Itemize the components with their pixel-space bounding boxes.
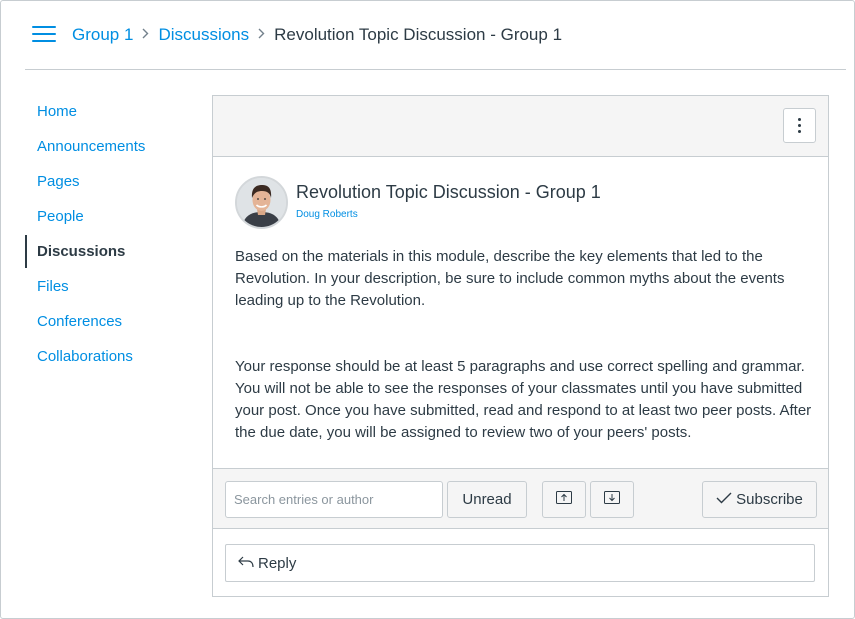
- hamburger-menu-icon[interactable]: [32, 26, 56, 44]
- nav-item-conferences[interactable]: Conferences: [25, 304, 195, 339]
- nav-item-collaborations[interactable]: Collaborations: [25, 339, 195, 374]
- app-frame: Group 1 Discussions Revolution Topic Dis…: [0, 0, 855, 619]
- subscribe-button[interactable]: Subscribe: [702, 481, 817, 518]
- discussion-post: Revolution Topic Discussion - Group 1 Do…: [213, 157, 828, 468]
- breadcrumb-discussions[interactable]: Discussions: [158, 25, 249, 45]
- search-input[interactable]: [225, 481, 443, 518]
- arrow-down-box-icon: [604, 491, 620, 508]
- breadcrumb-group[interactable]: Group 1: [72, 25, 133, 45]
- reply-arrow-icon: [238, 555, 254, 572]
- nav-item-people[interactable]: People: [25, 199, 195, 234]
- more-options-icon[interactable]: [783, 108, 816, 143]
- nav-item-home[interactable]: Home: [25, 94, 195, 129]
- discussion-panel: Revolution Topic Discussion - Group 1 Do…: [212, 95, 829, 597]
- reply-button[interactable]: Reply: [225, 544, 815, 582]
- nav-item-announcements[interactable]: Announcements: [25, 129, 195, 164]
- post-paragraph: Your response should be at least 5 parag…: [235, 358, 812, 441]
- breadcrumb-current-page: Revolution Topic Discussion - Group 1: [274, 25, 563, 44]
- subscribe-label: Subscribe: [736, 491, 803, 508]
- post-title: Revolution Topic Discussion - Group 1: [296, 182, 601, 202]
- expand-replies-button[interactable]: [590, 481, 634, 518]
- discussion-toolbar: Unread: [213, 468, 828, 529]
- post-author-link[interactable]: Doug Roberts: [296, 209, 358, 220]
- nav-item-discussions[interactable]: Discussions: [25, 234, 195, 269]
- post-body: Based on the materials in this module, d…: [235, 246, 815, 444]
- nav-item-pages[interactable]: Pages: [25, 164, 195, 199]
- reply-label: Reply: [258, 554, 297, 572]
- avatar[interactable]: [235, 176, 288, 229]
- course-navigation: Home Announcements Pages People Discussi…: [25, 94, 195, 374]
- reply-area: Reply: [213, 529, 828, 597]
- unread-button[interactable]: Unread: [447, 481, 527, 518]
- discussion-header-bar: [213, 96, 828, 157]
- breadcrumb-separator-icon: [258, 27, 265, 42]
- nav-item-files[interactable]: Files: [25, 269, 195, 304]
- arrow-up-box-icon: [556, 491, 572, 508]
- breadcrumb-separator-icon: [142, 27, 149, 42]
- post-paragraph: Based on the materials in this module, d…: [235, 248, 785, 309]
- breadcrumb: Group 1 Discussions Revolution Topic Dis…: [72, 25, 562, 45]
- collapse-replies-button[interactable]: [542, 481, 586, 518]
- checkmark-icon: [716, 491, 732, 508]
- page-header: Group 1 Discussions Revolution Topic Dis…: [25, 1, 846, 70]
